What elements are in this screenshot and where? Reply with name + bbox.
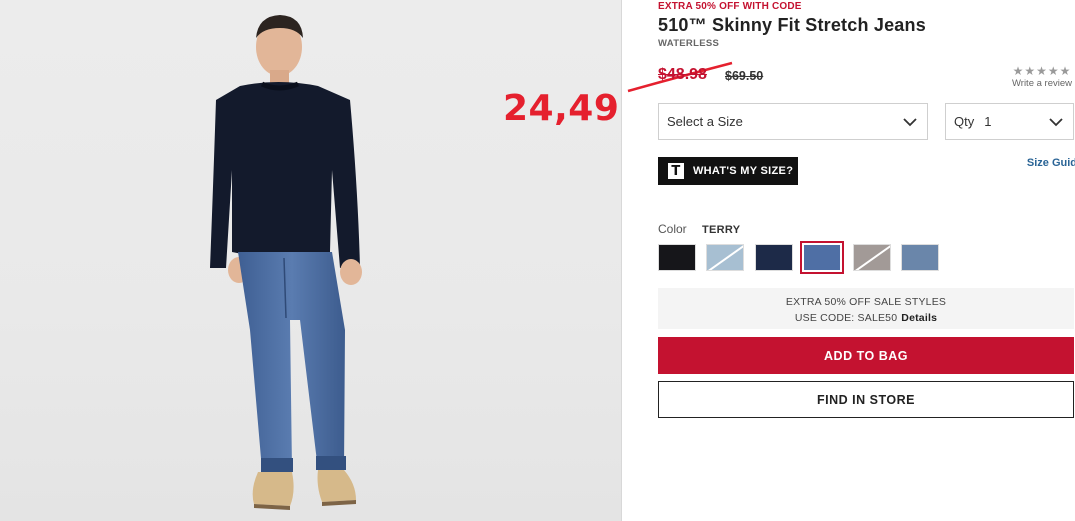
qty-label: Qty <box>954 114 975 129</box>
color-swatch-terry[interactable] <box>800 241 844 274</box>
rating[interactable]: ★★★★★ Write a review <box>1012 64 1072 89</box>
quantity-select[interactable]: Qty 1 <box>945 103 1074 140</box>
whats-my-size-label: WHAT'S MY SIZE? <box>693 165 794 177</box>
promo-details-link[interactable]: Details <box>901 312 937 324</box>
selected-color-name: TERRY <box>702 224 741 236</box>
product-subtitle: WATERLESS <box>658 38 720 49</box>
promo-code-text: USE CODE: SALE50 <box>794 312 898 324</box>
color-swatch-navy[interactable] <box>755 244 793 271</box>
color-row: Color TERRY <box>658 222 740 236</box>
write-review-link[interactable]: Write a review <box>1012 78 1072 89</box>
product-image[interactable] <box>0 0 622 521</box>
add-to-bag-button[interactable]: ADD TO BAG <box>658 337 1074 374</box>
model-figure <box>210 15 362 510</box>
star-rating-icon: ★★★★★ <box>1012 64 1072 78</box>
sale-price: $48.98 <box>658 66 707 83</box>
handwritten-price-annotation: 24,49 <box>503 88 620 129</box>
chevron-down-icon <box>903 118 917 127</box>
qty-value: 1 <box>984 114 992 129</box>
color-swatch-grey[interactable] <box>853 244 891 271</box>
promo-line-1: EXTRA 50% OFF SALE STYLES <box>785 296 947 308</box>
color-swatch-light-stonewash[interactable] <box>706 244 744 271</box>
promo-box: EXTRA 50% OFF SALE STYLES USE CODE: SALE… <box>658 288 1074 329</box>
size-guide-link[interactable]: Size Guid <box>1027 157 1075 169</box>
chevron-down-icon <box>1049 118 1063 127</box>
color-swatch-black[interactable] <box>658 244 696 271</box>
whats-my-size-button[interactable]: T WHAT'S MY SIZE? <box>658 157 798 185</box>
size-select[interactable]: Select a Size <box>658 103 928 140</box>
color-label: Color <box>658 222 687 236</box>
find-in-store-button[interactable]: FIND IN STORE <box>658 381 1074 418</box>
true-fit-logo-icon: T <box>668 163 684 179</box>
color-swatch-mid-blue[interactable] <box>901 244 939 271</box>
product-title: 510™ Skinny Fit Stretch Jeans <box>658 15 926 35</box>
product-info: EXTRA 50% OFF WITH CODE 510™ Skinny Fit … <box>658 0 1075 521</box>
promo-line: EXTRA 50% OFF WITH CODE <box>658 1 802 12</box>
size-select-value: Select a Size <box>667 114 743 129</box>
original-price: $69.50 <box>725 69 764 83</box>
